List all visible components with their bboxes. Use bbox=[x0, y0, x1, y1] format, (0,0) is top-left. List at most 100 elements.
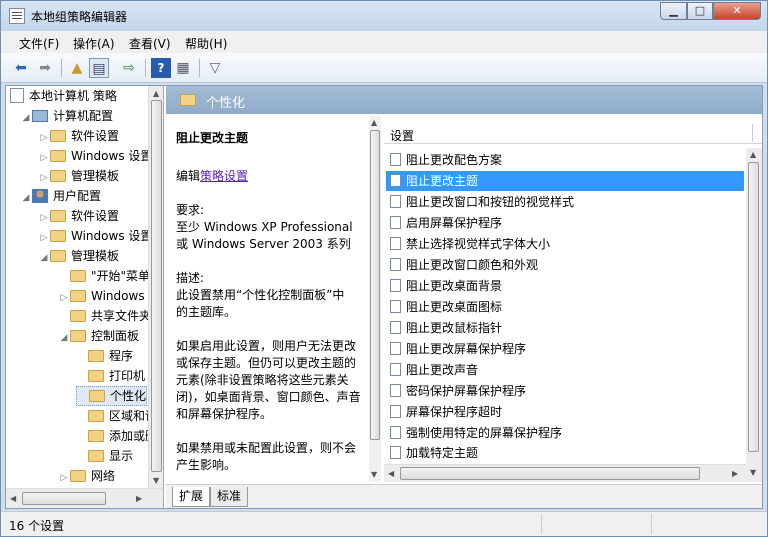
description-label: 描述: bbox=[176, 271, 205, 285]
tree-horizontal-scrollbar[interactable]: ◀ ▶ bbox=[6, 488, 163, 508]
list-horizontal-scrollbar[interactable]: ◀ ▶ bbox=[384, 464, 746, 482]
scroll-right-icon[interactable]: ▶ bbox=[732, 469, 738, 478]
help-icon[interactable]: ? bbox=[151, 58, 171, 78]
tree-item-user-config[interactable]: ◢ 用户配置 bbox=[20, 186, 101, 206]
column-header-setting[interactable]: 设置 bbox=[390, 127, 414, 144]
show-hide-tree-icon[interactable]: ▤ bbox=[89, 58, 109, 78]
tree-item-display[interactable]: 显示 bbox=[76, 446, 133, 466]
scroll-up-icon[interactable]: ▲ bbox=[153, 89, 159, 98]
tab-standard[interactable]: 标准 bbox=[210, 487, 249, 507]
scroll-up-icon[interactable]: ▲ bbox=[750, 150, 756, 159]
tree-item-user-windows-settings[interactable]: ▷ Windows 设置 bbox=[38, 226, 153, 248]
scroll-down-icon[interactable]: ▼ bbox=[750, 468, 756, 477]
list-item[interactable]: 阻止更改声音 bbox=[386, 360, 744, 380]
collapse-arrow-icon[interactable]: ▷ bbox=[58, 468, 70, 488]
tree-item-local-policy[interactable]: 本地计算机 策略 bbox=[10, 86, 117, 106]
filter-view-icon[interactable]: ▦ bbox=[173, 58, 193, 78]
collapse-arrow-icon[interactable]: ▷ bbox=[38, 148, 50, 168]
description-line: 如果启用此设置，则用户无法更改 bbox=[176, 339, 357, 353]
requirements-label: 要求: bbox=[176, 203, 205, 217]
scroll-down-icon[interactable]: ▼ bbox=[371, 470, 377, 479]
tree-item-computer-config[interactable]: ◢ 计算机配置 bbox=[20, 106, 113, 126]
list-item[interactable]: 阻止更改窗口和按钮的视觉样式 bbox=[386, 192, 744, 212]
list-item[interactable]: 阻止更改桌面背景 bbox=[386, 276, 744, 296]
expand-arrow-icon[interactable]: ◢ bbox=[58, 328, 70, 348]
tree-item-user-software-settings[interactable]: ▷ 软件设置 bbox=[38, 206, 119, 226]
list-item[interactable]: 阻止更改窗口颜色和外观 bbox=[386, 255, 744, 275]
back-icon[interactable]: ⬅ bbox=[11, 58, 31, 78]
scroll-thumb[interactable] bbox=[370, 130, 380, 440]
filter-icon[interactable]: ▽ bbox=[205, 58, 225, 78]
tree-item-shared-folders[interactable]: 共享文件夹 bbox=[58, 306, 151, 326]
collapse-arrow-icon[interactable]: ▷ bbox=[38, 168, 50, 188]
tree-item-personalization[interactable]: 个性化 bbox=[76, 386, 148, 406]
scroll-up-icon[interactable]: ▲ bbox=[371, 118, 377, 127]
tree-item-printers[interactable]: 打印机 bbox=[76, 366, 145, 386]
policy-setting-icon bbox=[390, 258, 401, 271]
tab-extended[interactable]: 扩展 bbox=[172, 487, 211, 507]
tree-item-admin-templates[interactable]: ▷ 管理模板 bbox=[38, 166, 119, 186]
policy-setting-icon bbox=[390, 195, 401, 208]
menu-view[interactable]: 查看(V) bbox=[129, 35, 171, 52]
menu-action[interactable]: 操作(A) bbox=[73, 35, 115, 52]
scroll-left-icon[interactable]: ◀ bbox=[10, 494, 16, 503]
menu-help[interactable]: 帮助(H) bbox=[185, 35, 227, 52]
list-item[interactable]: 阻止更改桌面图标 bbox=[386, 297, 744, 317]
forward-icon[interactable]: ➡ bbox=[35, 58, 55, 78]
toolbar-separator bbox=[199, 59, 200, 77]
pane-header: 个性化 bbox=[166, 86, 762, 114]
scroll-thumb[interactable] bbox=[400, 467, 700, 480]
column-divider[interactable] bbox=[752, 124, 753, 142]
scroll-thumb[interactable] bbox=[748, 162, 759, 452]
policy-setting-icon bbox=[390, 426, 401, 439]
scroll-thumb[interactable] bbox=[151, 100, 162, 472]
collapse-arrow-icon[interactable]: ▷ bbox=[38, 208, 50, 228]
collapse-arrow-icon[interactable]: ▷ bbox=[58, 288, 70, 308]
main-window: 本地组策略编辑器 ▁ □ ✕ 文件(F) 操作(A) 查看(V) 帮助(H) ⬅… bbox=[0, 0, 768, 537]
policy-setting-icon bbox=[390, 300, 401, 313]
expand-arrow-icon[interactable]: ◢ bbox=[20, 108, 32, 128]
tree-item-control-panel[interactable]: ◢ 控制面板 bbox=[58, 326, 139, 346]
title-bar: 本地组策略编辑器 ▁ □ ✕ bbox=[1, 1, 767, 31]
policy-settings-link[interactable]: 策略设置 bbox=[200, 169, 248, 183]
list-item[interactable]: 阻止更改鼠标指针 bbox=[386, 318, 744, 338]
list-item[interactable]: 阻止更改配色方案 bbox=[386, 150, 744, 170]
app-icon bbox=[9, 8, 25, 24]
folder-icon bbox=[88, 370, 104, 382]
list-header[interactable]: 设置 bbox=[384, 124, 762, 144]
list-item[interactable]: 密码保护屏幕保护程序 bbox=[386, 381, 744, 401]
tree-vertical-scrollbar[interactable]: ▲ ▼ bbox=[148, 86, 163, 488]
scroll-right-icon[interactable]: ▶ bbox=[136, 494, 142, 503]
close-button[interactable]: ✕ bbox=[713, 2, 761, 20]
menu-file[interactable]: 文件(F) bbox=[19, 35, 59, 52]
list-item[interactable]: 禁止选择视觉样式字体大小 bbox=[386, 234, 744, 254]
expand-arrow-icon[interactable]: ◢ bbox=[20, 188, 32, 208]
scroll-thumb[interactable] bbox=[22, 492, 106, 505]
minimize-button[interactable]: ▁ bbox=[660, 2, 687, 20]
scroll-down-icon[interactable]: ▼ bbox=[153, 476, 159, 485]
list-item[interactable]: 加载特定主题 bbox=[386, 444, 744, 462]
policy-setting-icon bbox=[390, 216, 401, 229]
collapse-arrow-icon[interactable]: ▷ bbox=[38, 128, 50, 148]
tree-item-windows-settings[interactable]: ▷ Windows 设置 bbox=[38, 146, 153, 168]
list-item-selected[interactable]: 阻止更改主题 bbox=[386, 171, 744, 191]
description-scrollbar[interactable]: ▲ ▼ bbox=[369, 116, 381, 482]
status-text: 16 个设置 bbox=[9, 519, 65, 533]
list-item[interactable]: 强制使用特定的屏幕保护程序 bbox=[386, 423, 744, 443]
list-item[interactable]: 屏幕保护程序超时 bbox=[386, 402, 744, 422]
tree-item-programs[interactable]: 程序 bbox=[76, 346, 133, 366]
maximize-button[interactable]: □ bbox=[687, 2, 713, 20]
tree-item-network[interactable]: ▷ 网络 bbox=[58, 466, 115, 486]
export-icon[interactable]: ⇨ bbox=[119, 58, 139, 78]
list-vertical-scrollbar[interactable]: ▲ ▼ bbox=[746, 148, 762, 482]
scroll-left-icon[interactable]: ◀ bbox=[388, 469, 394, 478]
collapse-arrow-icon[interactable]: ▷ bbox=[38, 228, 50, 248]
up-icon[interactable]: ▲ bbox=[67, 58, 87, 78]
tree-item-user-admin-templates[interactable]: ◢ 管理模板 bbox=[38, 246, 119, 266]
expand-arrow-icon[interactable]: ◢ bbox=[38, 248, 50, 268]
list-item[interactable]: 启用屏幕保护程序 bbox=[386, 213, 744, 233]
description-title: 阻止更改主题 bbox=[176, 131, 249, 145]
description-line: 或保存主题。但仍可以更改主题的 bbox=[176, 356, 357, 370]
list-item[interactable]: 阻止更改屏幕保护程序 bbox=[386, 339, 744, 359]
tree-item-software-settings[interactable]: ▷ 软件设置 bbox=[38, 126, 119, 146]
